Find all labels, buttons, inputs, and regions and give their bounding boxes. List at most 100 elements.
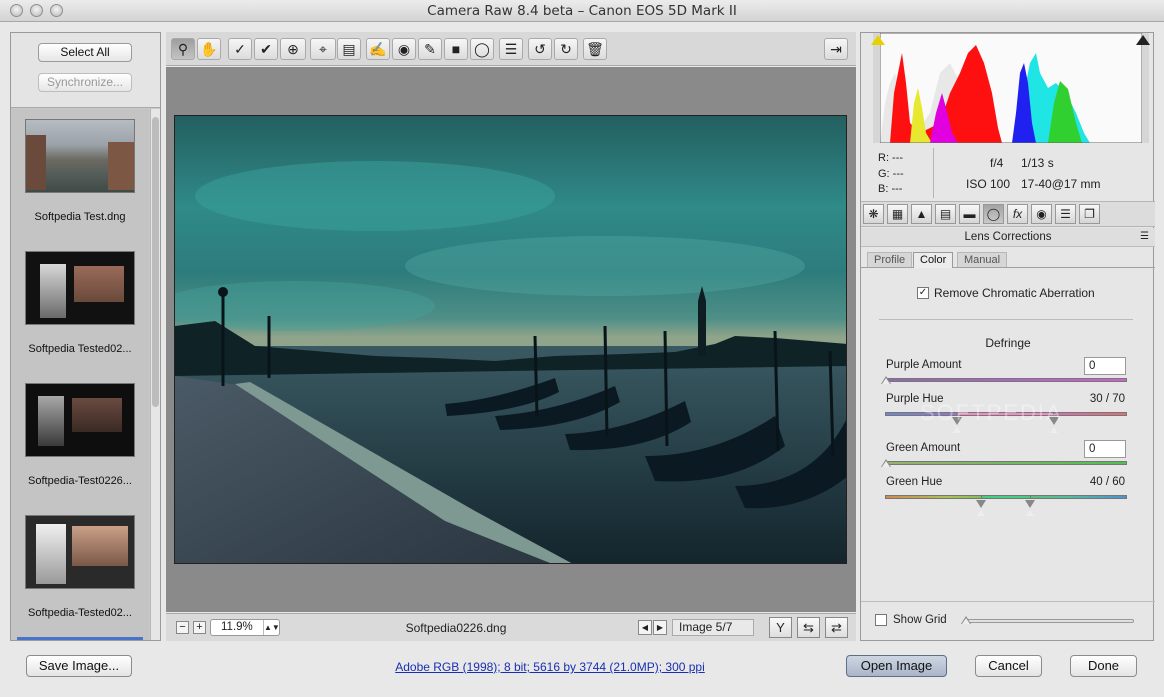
tab-color[interactable]: Color bbox=[913, 252, 954, 268]
aperture-value: f/4 bbox=[990, 156, 1004, 170]
rotate-ccw-icon[interactable]: ↺ bbox=[528, 38, 552, 60]
color-sampler-icon[interactable]: ✔ bbox=[254, 38, 278, 60]
straighten-icon[interactable]: ▤ bbox=[337, 38, 361, 60]
divider bbox=[861, 601, 1155, 602]
tab-manual[interactable]: Manual bbox=[957, 252, 1008, 267]
swap-icon[interactable]: ⇄ bbox=[825, 617, 848, 638]
purple-amount-label: Purple Amount bbox=[886, 359, 962, 371]
purple-amount-input[interactable]: 0 bbox=[1084, 357, 1126, 375]
purple-amount-knob[interactable] bbox=[881, 376, 891, 384]
targeted-adjustment-icon[interactable]: ⊕ bbox=[280, 38, 306, 60]
filter-icon[interactable]: Y bbox=[769, 617, 792, 638]
scrollbar-thumb[interactable] bbox=[152, 117, 159, 407]
adjustment-brush-icon[interactable]: ✎ bbox=[418, 38, 442, 60]
workflow-options-link[interactable]: Adobe RGB (1998); 8 bit; 5616 by 3744 (2… bbox=[330, 660, 770, 674]
filmstrip: Select All Synchronize... Softpedia Test… bbox=[10, 32, 161, 641]
show-grid-checkbox[interactable] bbox=[875, 614, 887, 626]
filmstrip-item[interactable]: Softpedia Test.dng bbox=[11, 109, 149, 241]
right-panel: R: --- G: --- B: --- f/4 1/13 s ISO 100 … bbox=[860, 32, 1155, 641]
show-grid-label: Show Grid bbox=[893, 614, 947, 626]
image-counter: Image 5/7 bbox=[672, 619, 754, 636]
panel-title: Lens Corrections ☰ bbox=[861, 228, 1155, 247]
green-amount-label: Green Amount bbox=[886, 442, 961, 454]
rgb-readout: R: --- G: --- B: --- bbox=[878, 151, 904, 198]
spot-removal-icon[interactable]: ✍ bbox=[366, 38, 390, 60]
thumbnail-image bbox=[25, 119, 135, 193]
grid-size-slider[interactable] bbox=[964, 619, 1134, 623]
highlight-clipping-warning-icon[interactable] bbox=[1136, 35, 1150, 45]
presets-icon[interactable]: ☰ bbox=[1055, 204, 1076, 224]
remove-ca-row[interactable]: ✓ Remove Chromatic Aberration bbox=[917, 286, 1095, 300]
synchronize-button[interactable]: Synchronize... bbox=[38, 73, 132, 92]
open-image-button[interactable]: Open Image bbox=[846, 655, 947, 677]
hsl-icon[interactable]: ▤ bbox=[935, 204, 956, 224]
photo-preview bbox=[174, 115, 847, 564]
zoom-out-button[interactable]: − bbox=[176, 621, 189, 634]
green-hue-min-knob[interactable] bbox=[976, 500, 986, 516]
filmstrip-item[interactable]: Softpedia-Tested02... bbox=[11, 505, 149, 637]
split-toning-icon[interactable]: ▬ bbox=[959, 204, 980, 224]
watermark: SOFTPEDIA bbox=[920, 400, 1063, 425]
shadow-clipping-warning-icon[interactable] bbox=[871, 35, 885, 45]
thumbnail-image bbox=[25, 383, 135, 457]
show-grid-row[interactable]: Show Grid bbox=[875, 614, 947, 626]
radial-filter-icon[interactable]: ◯ bbox=[470, 38, 494, 60]
filmstrip-header: Select All Synchronize... bbox=[11, 33, 160, 108]
filmstrip-item[interactable]: Softpedia-Test0226... bbox=[11, 373, 149, 505]
filmstrip-scrollbar[interactable] bbox=[150, 109, 160, 640]
remove-ca-label: Remove Chromatic Aberration bbox=[934, 286, 1095, 300]
zoom-icon[interactable]: ⚲ bbox=[171, 38, 195, 60]
green-hue-range bbox=[981, 495, 1031, 499]
snapshots-icon[interactable]: ❐ bbox=[1079, 204, 1100, 224]
rotate-cw-icon[interactable]: ↻ bbox=[554, 38, 578, 60]
red-eye-icon[interactable]: ◉ bbox=[392, 38, 416, 60]
cancel-button[interactable]: Cancel bbox=[975, 655, 1042, 677]
grid-size-knob[interactable] bbox=[961, 616, 971, 624]
thumbnail-label: Softpedia Tested02... bbox=[28, 343, 132, 355]
panel-menu-icon[interactable]: ☰ bbox=[1140, 228, 1149, 246]
tone-curve-icon[interactable]: ▦ bbox=[887, 204, 908, 224]
toolbar: ⚲ ✋ ✓ ✔ ⊕ ⌖ ▤ ✍ ◉ ✎ ■ ◯ ☰ ↺ ↻ 🗑 ⇥ bbox=[166, 32, 856, 66]
next-image-button[interactable]: ▶ bbox=[653, 620, 667, 635]
iso-value: ISO 100 bbox=[966, 177, 1011, 191]
done-button[interactable]: Done bbox=[1070, 655, 1137, 677]
green-hue-max-knob[interactable] bbox=[1025, 500, 1035, 516]
green-amount-input[interactable]: 0 bbox=[1084, 440, 1126, 458]
purple-hue-value: 30 / 70 bbox=[1089, 393, 1125, 405]
previous-image-button[interactable]: ◀ bbox=[638, 620, 652, 635]
green-hue-label: Green Hue bbox=[886, 476, 943, 488]
green-amount-slider[interactable] bbox=[885, 461, 1127, 465]
preferences-icon[interactable]: ☰ bbox=[499, 38, 523, 60]
remove-ca-checkbox[interactable]: ✓ bbox=[917, 287, 929, 299]
divider bbox=[879, 319, 1133, 320]
exif-info: f/4 1/13 s ISO 100 17-40@17 mm bbox=[933, 148, 1143, 198]
graduated-filter-icon[interactable]: ■ bbox=[444, 38, 468, 60]
trash-icon[interactable]: 🗑 bbox=[583, 38, 607, 60]
select-all-button[interactable]: Select All bbox=[38, 43, 132, 62]
green-amount-knob[interactable] bbox=[881, 459, 891, 467]
thumbnail-image bbox=[25, 515, 135, 589]
tab-profile[interactable]: Profile bbox=[867, 252, 913, 267]
basic-panel-icon[interactable]: ❋ bbox=[863, 204, 884, 224]
image-canvas[interactable] bbox=[166, 67, 856, 612]
white-balance-icon[interactable]: ✓ bbox=[228, 38, 252, 60]
toggle-compare-icon[interactable]: ⇆ bbox=[797, 617, 820, 638]
zoom-level-select[interactable]: 11.9% ▲▼ bbox=[210, 619, 280, 636]
hand-icon[interactable]: ✋ bbox=[197, 38, 221, 60]
defringe-heading: Defringe bbox=[985, 336, 1031, 350]
lens-corrections-icon[interactable]: ◯ bbox=[983, 204, 1004, 224]
fullscreen-icon[interactable]: ⇥ bbox=[824, 38, 848, 60]
zoom-in-button[interactable]: + bbox=[193, 621, 206, 634]
green-hue-value: 40 / 60 bbox=[1089, 476, 1125, 488]
filmstrip-item[interactable]: Softpedia Tested02... bbox=[11, 241, 149, 373]
save-image-button[interactable]: Save Image... bbox=[26, 655, 132, 677]
effects-icon[interactable]: fx bbox=[1007, 204, 1028, 224]
thumbnail-image bbox=[25, 251, 135, 325]
crop-icon[interactable]: ⌖ bbox=[310, 38, 336, 60]
camera-calibration-icon[interactable]: ◉ bbox=[1031, 204, 1052, 224]
panel-tab-bar: ❋ ▦ ▲ ▤ ▬ ◯ fx ◉ ☰ ❐ bbox=[861, 201, 1155, 227]
status-bar: − + 11.9% ▲▼ Softpedia0226.dng ◀ ▶ Image… bbox=[166, 613, 856, 641]
detail-icon[interactable]: ▲ bbox=[911, 204, 932, 224]
purple-amount-slider[interactable] bbox=[885, 378, 1127, 382]
lens-value: 17-40@17 mm bbox=[1021, 177, 1101, 191]
